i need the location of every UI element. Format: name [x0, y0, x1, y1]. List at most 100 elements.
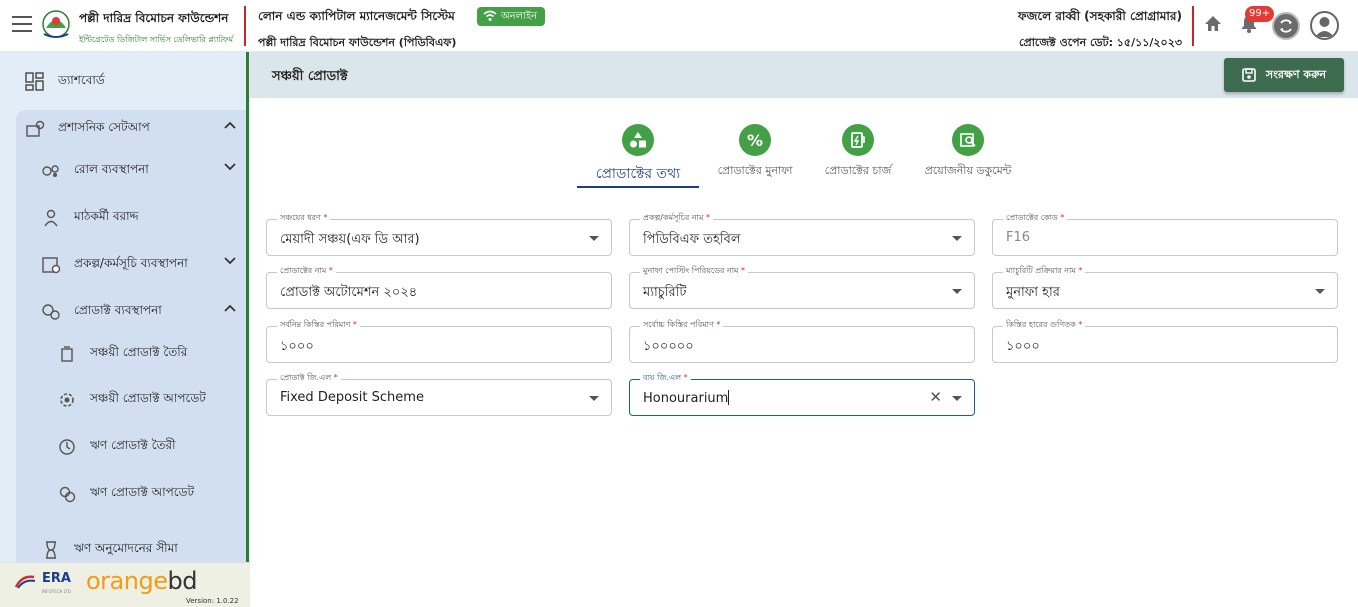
chevron-down-icon	[224, 257, 236, 265]
sidebar-item-savings-create[interactable]: সঞ্চয়ী প্রোডাক্ট তৈরি	[56, 334, 246, 374]
save-button[interactable]: সংরক্ষণ করুন	[1224, 58, 1344, 92]
role-icon	[40, 160, 62, 182]
era-logo-text: ERA	[42, 571, 71, 586]
savings-update-icon	[56, 389, 78, 411]
user-block: ফজলে রাব্বী (সহকারী প্রোগ্রামার) প্রোজেক…	[1018, 8, 1182, 53]
sidebar-item-savings-update[interactable]: সঞ্চয়ী প্রোডাক্ট আপডেট	[56, 380, 246, 420]
expense-gl-select[interactable]: ব্যয় জি.এল * Honourarium ✕	[629, 372, 975, 416]
dropdown-arrow-icon[interactable]	[952, 236, 962, 241]
bd-text: bd	[167, 567, 197, 595]
chevron-down-icon	[224, 163, 236, 171]
field-worker-icon	[40, 207, 62, 229]
org-tagline: ইন্টিগ্রেটেড ডিজিটাল সার্ভিস ডেলিভারি প্…	[79, 35, 234, 44]
tab-label: প্রোডাক্টের চার্জ	[824, 164, 892, 177]
sidebar-item-label: রোল ব্যবস্থাপনা	[74, 162, 149, 176]
active-tab-indicator	[577, 186, 699, 188]
field-label: প্রোডাক্টের কোড *	[1003, 212, 1068, 225]
field-label: মুনাফা পোস্টিং পিরিয়ডের নাম *	[640, 265, 749, 278]
installment-multiplier-input[interactable]: কিস্তির হারের গুণিতক * ১০০০	[992, 319, 1338, 363]
sidebar-item-label: ড্যাশবোর্ড	[58, 73, 105, 87]
admin-setup-icon	[24, 118, 46, 140]
product-icon	[40, 301, 62, 323]
field-label: সঞ্চয়ের ধরণ *	[277, 212, 331, 225]
dropdown-arrow-icon[interactable]	[1315, 289, 1325, 294]
sidebar-item-label: ঋণ প্রোডাক্ট তৈরী	[90, 438, 176, 452]
org-logo	[42, 10, 70, 38]
tab-label: প্রয়োজনীয় ডকুমেন্ট	[924, 164, 1012, 177]
dashboard-icon	[24, 71, 46, 93]
sidebar-item-field-worker[interactable]: মাঠকর্মী বরাদ্দ	[40, 198, 246, 238]
sync-icon[interactable]	[1272, 12, 1300, 40]
clear-icon[interactable]: ✕	[929, 388, 942, 406]
top-bar: পল্লী দারিদ্র বিমোচন ফাউন্ডেশন ইন্টিগ্রে…	[0, 0, 1358, 52]
version-label: Version: 1.0.22	[186, 597, 239, 605]
profit-posting-select[interactable]: মুনাফা পোস্টিং পিরিয়ডের নাম * ম্যাচুরিট…	[629, 265, 975, 309]
dropdown-arrow-icon[interactable]	[589, 236, 599, 241]
field-label: কিস্তির হারের গুণিতক *	[1003, 319, 1086, 332]
sidebar-item-admin-setup[interactable]: প্রশাসনিক সেটআপ	[24, 109, 246, 149]
loan-create-icon	[56, 436, 78, 458]
sidebar-item-loan-create[interactable]: ঋণ প্রোডাক্ট তৈরী	[56, 427, 246, 467]
sidebar-item-label: প্রশাসনিক সেটআপ	[58, 120, 150, 134]
min-installment-input[interactable]: সর্বনিম্ন কিস্তির পরিমাণ * ১০০০	[266, 319, 612, 363]
sidebar-item-label: প্রোডাক্ট ব্যবস্থাপনা	[74, 303, 162, 317]
sidebar-item-label: সঞ্চয়ী প্রোডাক্ট তৈরি	[90, 345, 188, 359]
field-value: ম্যাচুরিটি	[643, 285, 687, 300]
sidebar-item-label: প্রকল্প/কর্মসূচি ব্যবস্থাপনা	[74, 256, 188, 270]
tab-label: প্রোডাক্টের মুনাফা	[717, 164, 793, 177]
field-value: Honourarium	[643, 390, 730, 406]
product-gl-select[interactable]: প্রোডাক্ট জি.এল * Fixed Deposit Scheme	[266, 372, 612, 416]
org-name: পল্লী দারিদ্র বিমোচন ফাউন্ডেশন	[79, 11, 229, 25]
field-value: F16	[1006, 230, 1031, 245]
org-block: পল্লী দারিদ্র বিমোচন ফাউন্ডেশন ইন্টিগ্রে…	[79, 10, 233, 47]
project-name-select[interactable]: প্রকল্প/কর্মসূচির নাম * পিডিবিএফ তহবিল	[629, 212, 975, 256]
home-icon[interactable]	[1203, 14, 1223, 34]
loan-limit-icon	[40, 539, 62, 561]
sidebar-edge	[246, 52, 249, 562]
dropdown-arrow-icon[interactable]	[952, 289, 962, 294]
orangebd-logo: orangebd	[86, 567, 197, 595]
field-value: ১০০০	[280, 339, 314, 354]
field-label: ম্যাচুরিটি প্রক্রিয়ার নাম *	[1003, 265, 1086, 278]
savings-create-icon	[56, 343, 78, 365]
max-installment-input[interactable]: সর্বোচ্চ কিস্তির পরিমাণ * ১০০০০০	[629, 319, 975, 363]
savings-type-select[interactable]: সঞ্চয়ের ধরণ * মেয়াদী সঞ্চয়(এফ ডি আর)	[266, 212, 612, 256]
product-code-input: প্রোডাক্টের কোড * F16	[992, 212, 1338, 256]
sidebar: ড্যাশবোর্ড প্রশাসনিক সেটআপ রোল ব্যবস্থাপ…	[0, 52, 250, 607]
dropdown-arrow-icon[interactable]	[589, 396, 599, 401]
sidebar-item-product[interactable]: প্রোডাক্ট ব্যবস্থাপনা	[40, 292, 246, 332]
tab-product-profit[interactable]: % প্রোডাক্টের মুনাফা	[709, 124, 801, 181]
sidebar-item-loan-update[interactable]: ঋণ প্রোডাক্ট আপডেট	[56, 474, 246, 514]
product-name-input[interactable]: প্রোডাক্টের নাম * প্রোডাক্ট অটোমেশন ২০২৪	[266, 265, 612, 309]
notification-badge: 99+	[1245, 6, 1275, 22]
field-label: ব্যয় জি.এল *	[640, 372, 691, 385]
orange-text: orange	[86, 567, 168, 595]
field-label: সর্বনিম্ন কিস্তির পরিমাণ *	[277, 319, 360, 332]
avatar-icon[interactable]	[1310, 11, 1339, 40]
sidebar-item-project[interactable]: প্রকল্প/কর্মসূচি ব্যবস্থাপনা	[40, 245, 246, 285]
menu-icon[interactable]	[12, 16, 32, 32]
sidebar-item-dashboard[interactable]: ড্যাশবোর্ড	[24, 62, 246, 102]
sidebar-item-label: সঞ্চয়ী প্রোডাক্ট আপডেট	[90, 391, 206, 405]
divider	[244, 6, 246, 46]
tab-required-document[interactable]: প্রয়োজনীয় ডকুমেন্ট	[918, 124, 1018, 181]
wifi-icon	[483, 10, 497, 21]
era-logo-icon	[14, 575, 36, 589]
dropdown-arrow-icon[interactable]	[952, 396, 962, 401]
field-value: পিডিবিএফ তহবিল	[643, 232, 741, 247]
tab-product-info[interactable]: প্রোডাক্টের তথ্য	[577, 124, 699, 186]
era-subtitle: INFOTECH LTD	[42, 589, 71, 594]
system-org: পল্লী দারিদ্র বিমোচন ফাউন্ডেশন (পিডিবিএফ…	[258, 36, 457, 49]
tab-product-charge[interactable]: প্রোডাক্টের চার্জ	[817, 124, 899, 181]
maturity-process-select[interactable]: ম্যাচুরিটি প্রক্রিয়ার নাম * মুনাফা হার	[992, 265, 1338, 309]
save-label: সংরক্ষণ করুন	[1265, 67, 1327, 81]
main-content: সঞ্চয়ী প্রোডাক্ট সংরক্ষণ করুন প্রোডাক্ট…	[250, 52, 1358, 607]
sidebar-item-role[interactable]: রোল ব্যবস্থাপনা	[40, 151, 246, 191]
charge-icon	[842, 124, 874, 156]
field-value: প্রোডাক্ট অটোমেশন ২০২৪	[280, 285, 418, 300]
field-label: প্রোডাক্টের নাম *	[277, 265, 336, 278]
project-open-date: প্রোজেক্ট ওপেন ডেট: ১৫/১১/২০২৩	[1019, 36, 1182, 49]
system-block: লোন এন্ড ক্যাপিটাল ম্যানেজমেন্ট সিস্টেম …	[258, 8, 456, 53]
field-value: ১০০০০০	[643, 339, 694, 354]
field-value: মেয়াদী সঞ্চয়(এফ ডি আর)	[280, 232, 420, 247]
